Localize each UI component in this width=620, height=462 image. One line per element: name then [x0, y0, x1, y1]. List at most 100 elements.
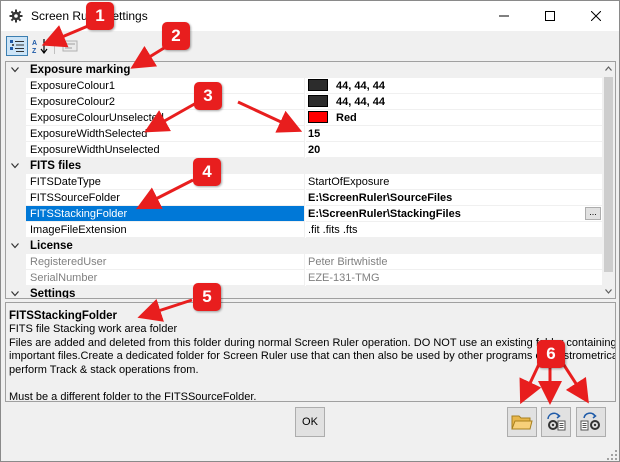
category-row[interactable]: License — [6, 238, 602, 254]
property-name[interactable]: ExposureColour2 — [26, 94, 305, 110]
property-value: E:\ScreenRuler\StackingFiles — [308, 208, 461, 220]
scroll-thumb[interactable] — [604, 77, 613, 272]
row-gutter — [6, 94, 26, 110]
export-settings-icon — [580, 412, 600, 431]
ok-button[interactable]: OK — [295, 407, 325, 437]
property-value-cell[interactable]: 15 — [306, 126, 602, 142]
property-name[interactable]: ExposureColour1 — [26, 78, 305, 94]
annotation-badge-1: 1 — [86, 2, 114, 30]
property-value-cell[interactable]: Red — [306, 110, 602, 126]
property-row[interactable]: ExposureColour1 44, 44, 44 — [6, 78, 602, 94]
category-row[interactable]: Settings — [6, 286, 602, 299]
export-settings-button[interactable] — [576, 407, 606, 437]
property-grid-toolbar: A Z — [1, 31, 619, 59]
property-value-cell[interactable]: 44, 44, 44 — [306, 94, 602, 110]
color-swatch — [308, 79, 328, 92]
property-row[interactable]: ExposureWidthUnselected 20 — [6, 142, 602, 158]
open-folder-icon — [511, 415, 533, 430]
import-settings-icon — [547, 412, 566, 431]
minimize-icon — [499, 15, 509, 17]
collapse-chevron-icon[interactable] — [11, 163, 19, 169]
property-row[interactable]: ExposureWidthSelected 15 — [6, 126, 602, 142]
help-line: important files.Create a dedicated folde… — [9, 350, 616, 363]
property-name[interactable]: ExposureWidthSelected — [26, 126, 305, 142]
property-row[interactable]: SerialNumber EZE-131-TMG — [6, 270, 602, 286]
chevron-up-icon — [605, 66, 612, 71]
browse-folder-button[interactable]: ... — [585, 207, 601, 220]
alphabetical-sort-icon: A Z — [32, 39, 48, 54]
property-value: .fit .fits .fts — [308, 224, 358, 236]
resize-grip-icon[interactable] — [607, 450, 617, 460]
property-value-cell[interactable]: .fit .fits .fts — [306, 222, 602, 238]
row-gutter — [6, 174, 26, 190]
property-value-cell[interactable]: 44, 44, 44 — [306, 78, 602, 94]
row-gutter — [6, 270, 26, 286]
property-name[interactable]: FITSDateType — [26, 174, 305, 190]
property-name[interactable]: RegisteredUser — [26, 254, 305, 270]
property-row[interactable]: FITSDateType StartOfExposure — [6, 174, 602, 190]
help-line: Must be a different folder to the FITSSo… — [9, 390, 257, 402]
property-row[interactable]: ExposureColourUnselected Red — [6, 110, 602, 126]
property-value-cell[interactable]: E:\ScreenRuler\SourceFiles — [306, 190, 602, 206]
property-row[interactable]: FITSSourceFolder E:\ScreenRuler\SourceFil… — [6, 190, 602, 206]
annotation-badge-4: 4 — [193, 158, 221, 186]
row-gutter — [6, 190, 26, 206]
alphabetical-view-button[interactable]: A Z — [29, 36, 51, 56]
property-value: 20 — [308, 144, 321, 156]
property-value: 15 — [308, 128, 321, 140]
category-row[interactable]: Exposure marking — [6, 62, 602, 78]
close-button[interactable] — [573, 1, 619, 31]
property-value: 44, 44, 44 — [336, 80, 385, 92]
property-name[interactable]: ExposureWidthUnselected — [26, 142, 305, 158]
property-value: EZE-131-TMG — [308, 272, 380, 284]
property-name[interactable]: SerialNumber — [26, 270, 305, 286]
row-gutter — [6, 142, 26, 158]
scroll-down-button[interactable] — [602, 285, 615, 298]
annotation-badge-5: 5 — [193, 283, 221, 311]
collapse-chevron-icon[interactable] — [11, 67, 19, 73]
row-gutter — [6, 254, 26, 270]
property-value-cell[interactable]: Peter Birtwhistle — [306, 254, 602, 270]
categorized-view-button[interactable] — [6, 36, 28, 56]
property-value: E:\ScreenRuler\SourceFiles — [308, 192, 453, 204]
chevron-down-icon — [605, 289, 612, 294]
annotation-badge-6: 6 — [537, 340, 565, 368]
property-row[interactable]: FITSStackingFolder E:\ScreenRuler\Stackin… — [6, 206, 602, 222]
minimize-button[interactable] — [481, 1, 527, 31]
property-name[interactable]: FITSSourceFolder — [26, 190, 305, 206]
property-name[interactable]: ImageFileExtension — [26, 222, 305, 238]
property-name[interactable]: ExposureColourUnselected — [26, 110, 305, 126]
property-value: StartOfExposure — [308, 176, 390, 188]
svg-text:A: A — [32, 40, 37, 47]
settings-window: Screen Ruler Settings A — [0, 0, 620, 462]
help-line: perform Track & stack operations from. — [9, 363, 199, 376]
open-folder-button[interactable] — [507, 407, 537, 437]
category-label: Exposure marking — [30, 64, 131, 76]
property-row[interactable]: RegisteredUser Peter Birtwhistle — [6, 254, 602, 270]
category-label: Settings — [30, 288, 76, 299]
property-value-cell[interactable]: E:\ScreenRuler\StackingFiles — [306, 206, 602, 222]
collapse-chevron-icon[interactable] — [11, 291, 19, 297]
annotation-badge-3: 3 — [194, 82, 222, 110]
help-line — [9, 377, 613, 391]
maximize-button[interactable] — [527, 1, 573, 31]
property-value-cell[interactable]: EZE-131-TMG — [306, 270, 602, 286]
vertical-scrollbar[interactable] — [602, 62, 615, 298]
property-row[interactable]: ExposureColour2 44, 44, 44 — [6, 94, 602, 110]
property-name[interactable]: FITSStackingFolder — [26, 206, 305, 222]
gear-icon — [9, 9, 23, 23]
property-grid: Exposure marking ExposureColour1 44, 44, 4… — [5, 61, 616, 299]
maximize-icon — [545, 11, 555, 21]
collapse-chevron-icon[interactable] — [11, 243, 19, 249]
scroll-up-button[interactable] — [602, 62, 615, 75]
row-gutter — [6, 126, 26, 142]
property-pages-button[interactable] — [59, 36, 81, 56]
property-value-cell[interactable]: 20 — [306, 142, 602, 158]
property-row[interactable]: ImageFileExtension .fit .fits .fts — [6, 222, 602, 238]
property-value: Red — [336, 112, 357, 124]
category-row[interactable]: FITS files — [6, 158, 602, 174]
category-label: FITS files — [30, 160, 82, 172]
import-settings-button[interactable] — [541, 407, 571, 437]
annotation-badge-2: 2 — [162, 22, 190, 50]
property-value-cell[interactable]: StartOfExposure — [306, 174, 602, 190]
